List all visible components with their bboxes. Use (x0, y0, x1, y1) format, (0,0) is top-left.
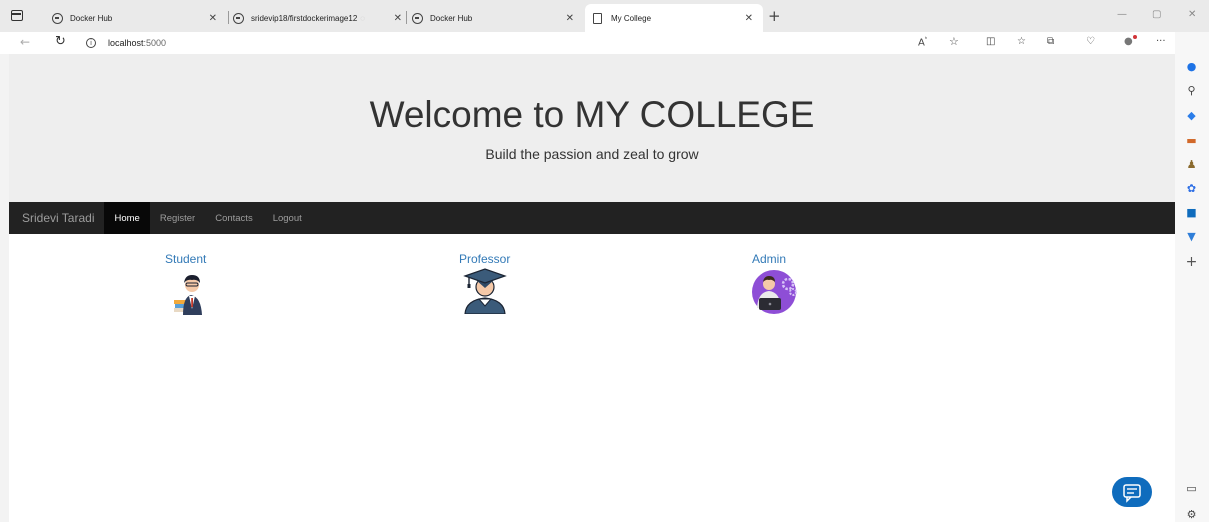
tab-firstdockerimage[interactable]: sridevip18/firstdockerimage12 ◌ ✕ (233, 4, 406, 32)
url-port: :5000 (143, 38, 167, 48)
favorites-icon[interactable]: ☆ (1017, 36, 1026, 47)
docker-favicon-icon (233, 12, 244, 24)
professor-link[interactable]: Professor (459, 252, 510, 266)
navbar-brand[interactable]: Sridevi Taradi (22, 211, 94, 225)
admin-avatar-icon[interactable] (751, 270, 805, 314)
professor-card[interactable]: Professor (459, 250, 510, 268)
close-tab-icon[interactable]: ✕ (566, 13, 574, 24)
loading-icon: ◌ (360, 13, 366, 23)
search-icon[interactable]: ⚲ (1185, 84, 1198, 97)
tab-docker-hub-1[interactable]: Docker Hub ✕ (52, 4, 227, 32)
student-avatar-icon[interactable] (169, 269, 213, 315)
chat-button[interactable] (1112, 477, 1152, 507)
tab-docker-hub-2[interactable]: Docker Hub ✕ (412, 4, 584, 32)
profile-badge (1133, 35, 1137, 39)
page-subtitle: Build the passion and zeal to grow (485, 146, 699, 162)
nav-register[interactable]: Register (150, 202, 205, 234)
microsoft365-icon[interactable]: ✿ (1185, 182, 1198, 195)
tab-separator (406, 11, 407, 24)
tab-my-college[interactable]: My College ✕ (585, 4, 763, 32)
back-arrow-icon[interactable]: ← (20, 35, 30, 49)
sidebar-settings-icon[interactable]: ⚙ (1185, 508, 1198, 521)
tab-title: sridevip18/firstdockerimage12 (251, 13, 358, 23)
favorite-star-icon[interactable]: ☆ (949, 35, 959, 48)
split-screen-icon[interactable]: ◫ (986, 36, 995, 47)
admin-card[interactable]: Admin (752, 250, 786, 268)
close-tab-icon[interactable]: ✕ (209, 13, 217, 24)
docker-favicon-icon (52, 12, 63, 24)
read-aloud-icon[interactable]: Aʰ (918, 36, 927, 48)
page-viewport: Welcome to MY COLLEGE Build the passion … (9, 54, 1175, 522)
add-sidebar-app-icon[interactable]: + (1185, 255, 1198, 269)
student-link[interactable]: Student (165, 252, 206, 266)
collections-icon[interactable]: ⧉ (1047, 36, 1054, 47)
docker-favicon-icon (412, 12, 423, 24)
admin-link[interactable]: Admin (752, 252, 786, 266)
nav-home[interactable]: Home (104, 202, 150, 234)
tab-title: My College (611, 13, 652, 23)
site-navbar: Sridevi Taradi Home Register Contacts Lo… (9, 202, 1175, 234)
refresh-icon[interactable]: ↻ (55, 34, 66, 49)
student-card[interactable]: Student (165, 250, 206, 268)
profile-icon[interactable]: ● (1124, 36, 1133, 47)
page-title: Welcome to MY COLLEGE (369, 94, 815, 135)
tab-separator (228, 11, 229, 24)
close-tab-icon[interactable]: ✕ (394, 13, 402, 24)
tab-actions-icon[interactable] (11, 10, 23, 21)
jumbotron: Welcome to MY COLLEGE Build the passion … (9, 54, 1175, 202)
outlook-icon[interactable]: ■ (1185, 206, 1198, 219)
drop-icon[interactable]: ▼ (1185, 230, 1198, 243)
tab-strip: Docker Hub ✕ sridevip18/firstdockerimage… (0, 0, 1209, 32)
browser-toolbar: ← ↻ i localhost:5000 Aʰ ☆ ◫ ☆ ⧉ ♡ ● ··· … (0, 32, 1209, 54)
edge-sidebar: ● ⚲ ◆ ▬ ♟ ✿ ■ ▼ + ▭ ⚙ (1175, 32, 1209, 522)
minimize-button[interactable]: — (1117, 9, 1127, 20)
address-bar[interactable]: i localhost:5000 (86, 33, 906, 53)
browser-window: Docker Hub ✕ sridevip18/firstdockerimage… (0, 0, 1209, 522)
browser-essentials-icon[interactable]: ♡ (1086, 36, 1095, 47)
url-host: localhost (108, 38, 144, 48)
tab-title: Docker Hub (70, 13, 113, 23)
site-info-icon[interactable]: i (86, 38, 96, 48)
games-icon[interactable]: ♟ (1185, 158, 1198, 171)
tools-icon[interactable]: ▬ (1185, 134, 1198, 147)
professor-avatar-icon[interactable] (462, 268, 508, 314)
nav-logout[interactable]: Logout (263, 202, 312, 234)
chat-icon (1123, 484, 1141, 503)
hide-sidebar-icon[interactable]: ▭ (1185, 482, 1198, 495)
restore-button[interactable]: ▢ (1152, 9, 1161, 20)
more-icon[interactable]: ··· (1156, 36, 1166, 47)
notification-icon[interactable]: ● (1185, 60, 1198, 73)
document-favicon-icon (593, 12, 602, 24)
tab-title: Docker Hub (430, 13, 473, 23)
shopping-icon[interactable]: ◆ (1185, 109, 1198, 122)
close-tab-icon[interactable]: ✕ (745, 13, 753, 24)
close-window-button[interactable]: ✕ (1188, 9, 1196, 20)
nav-contacts[interactable]: Contacts (205, 202, 263, 234)
new-tab-button[interactable]: + (768, 7, 781, 25)
